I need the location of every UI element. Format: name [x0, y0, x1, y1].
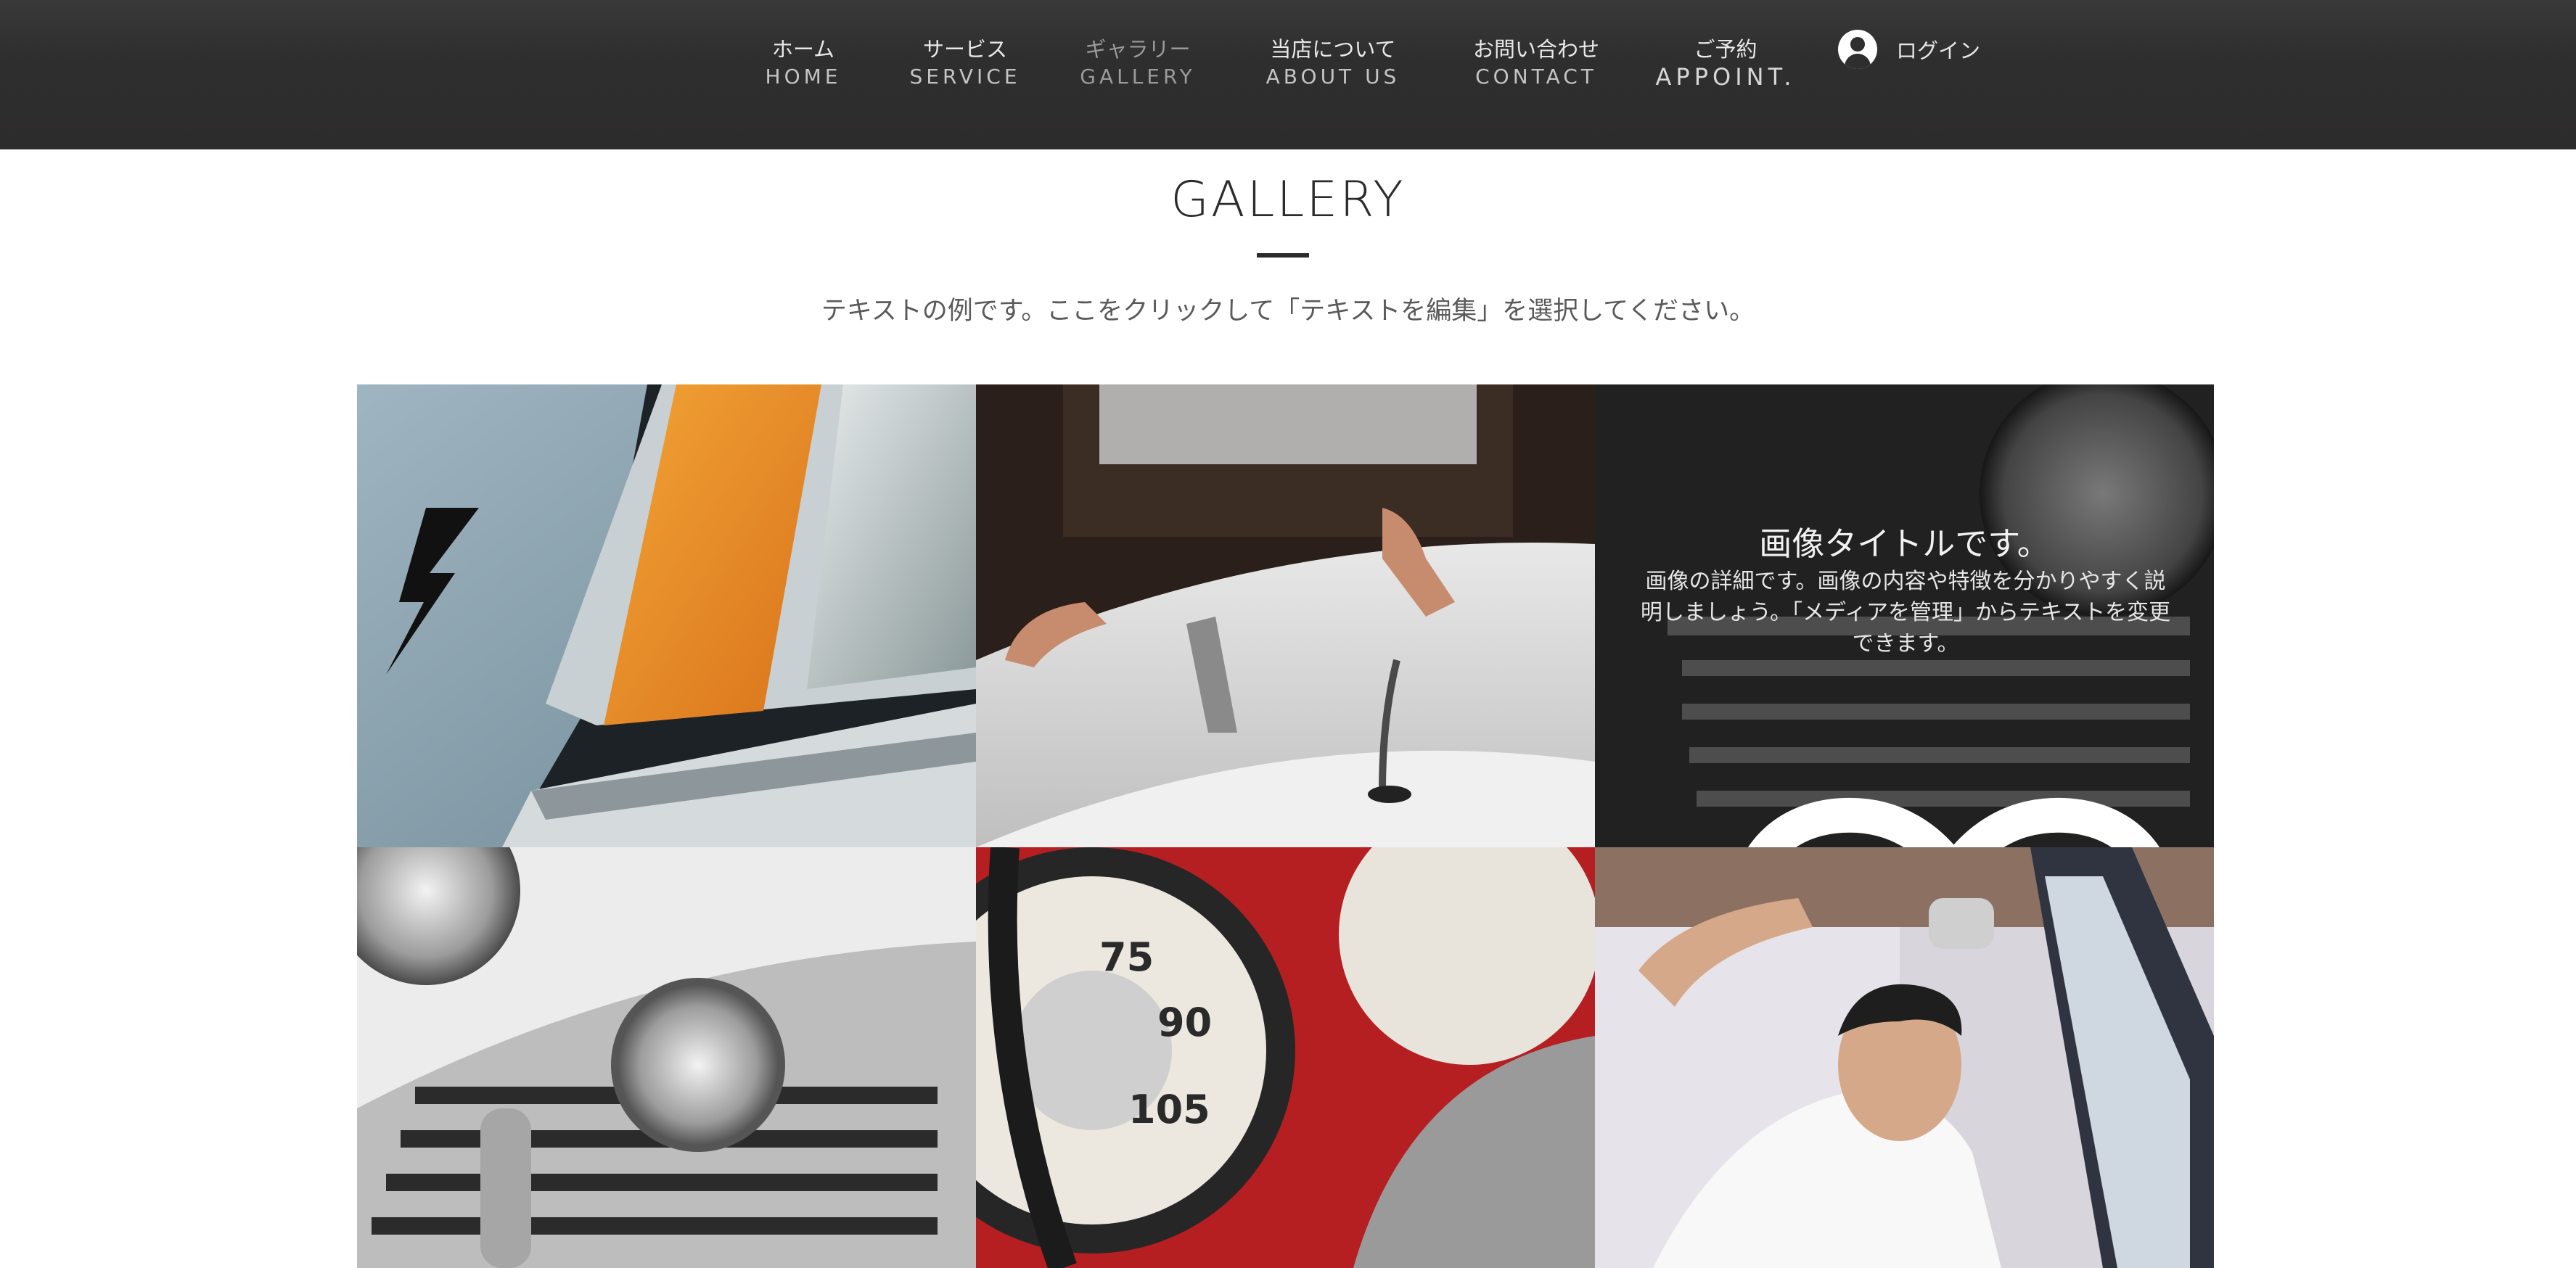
nav-item-about[interactable]: 当店について ABOUT US	[1266, 35, 1400, 90]
nav-item-home[interactable]: ホーム HOME	[766, 35, 842, 90]
site-header: ホーム HOME サービス SERVICE ギャラリー GALLERY 当店につ…	[0, 0, 2576, 149]
share-icon[interactable]	[2133, 768, 2214, 847]
nav-item-gallery[interactable]: ギャラリー GALLERY	[1080, 35, 1196, 90]
nav-label-jp: ご予約	[1694, 37, 1757, 62]
nav-label-jp: お問い合わせ	[1472, 37, 1600, 62]
page-subtitle: テキストの例です。ここをクリックして「テキストを編集」を選択してください。	[821, 297, 1755, 326]
nav-label-jp: ホーム	[771, 37, 835, 62]
gallery-item-4[interactable]	[357, 847, 976, 1268]
nav-item-contact[interactable]: お問い合わせ CONTACT	[1473, 35, 1599, 90]
image-description: 画像の詳細です。画像の内容や特徴を分かりやすく説明しましょう。「メディアを管理」…	[1640, 569, 2171, 656]
gallery-item-6[interactable]	[1595, 847, 2214, 1268]
gallery-image-5: 75 90 105	[976, 847, 1595, 1268]
hover-overlay: 画像タイトルです。 画像の詳細です。画像の内容や特徴を分かりやすく説明しましょう…	[1595, 384, 2214, 847]
gallery-item-1[interactable]	[357, 384, 976, 847]
nav-item-service[interactable]: サービス SERVICE	[909, 35, 1020, 90]
nav-label-en: GALLERY	[1080, 65, 1196, 88]
gallery-item-2[interactable]	[976, 384, 1595, 847]
login-button[interactable]: ログイン	[1838, 28, 1980, 70]
nav-label-en: ABOUT US	[1266, 65, 1400, 88]
title-divider	[1257, 253, 1309, 258]
nav-label-en: SERVICE	[909, 65, 1021, 88]
page-title: GALLERY	[1170, 171, 1406, 229]
login-label: ログイン	[1896, 38, 1981, 63]
gallery-item-3[interactable]: 画像タイトルです。 画像の詳細です。画像の内容や特徴を分かりやすく説明しましょう…	[1595, 384, 2214, 847]
nav-label-en: CONTACT	[1475, 65, 1597, 88]
image-title: 画像タイトルです。	[1759, 524, 2050, 563]
nav-label-jp: ギャラリー	[1085, 37, 1191, 62]
nav-label-jp: 当店について	[1270, 37, 1396, 62]
svg-text:90: 90	[1157, 1000, 1212, 1045]
svg-text:105: 105	[1128, 1087, 1210, 1132]
heart-icon[interactable]	[1644, 769, 2214, 847]
gallery-image-2	[976, 384, 1595, 847]
nav-label-en: APPOINT.	[1655, 63, 1796, 91]
gallery-image-4	[357, 847, 976, 1268]
user-avatar-icon	[1838, 30, 1877, 69]
gallery-image-1	[357, 384, 976, 847]
nav-label-en: HOME	[765, 65, 842, 88]
gallery-item-5[interactable]: 75 90 105	[976, 847, 1595, 1268]
nav-label-jp: サービス	[922, 37, 1008, 62]
gallery-image-6	[1595, 847, 2214, 1268]
nav-item-appointment[interactable]: ご予約 APPOINT.	[1656, 35, 1796, 90]
svg-text:75: 75	[1099, 934, 1154, 980]
